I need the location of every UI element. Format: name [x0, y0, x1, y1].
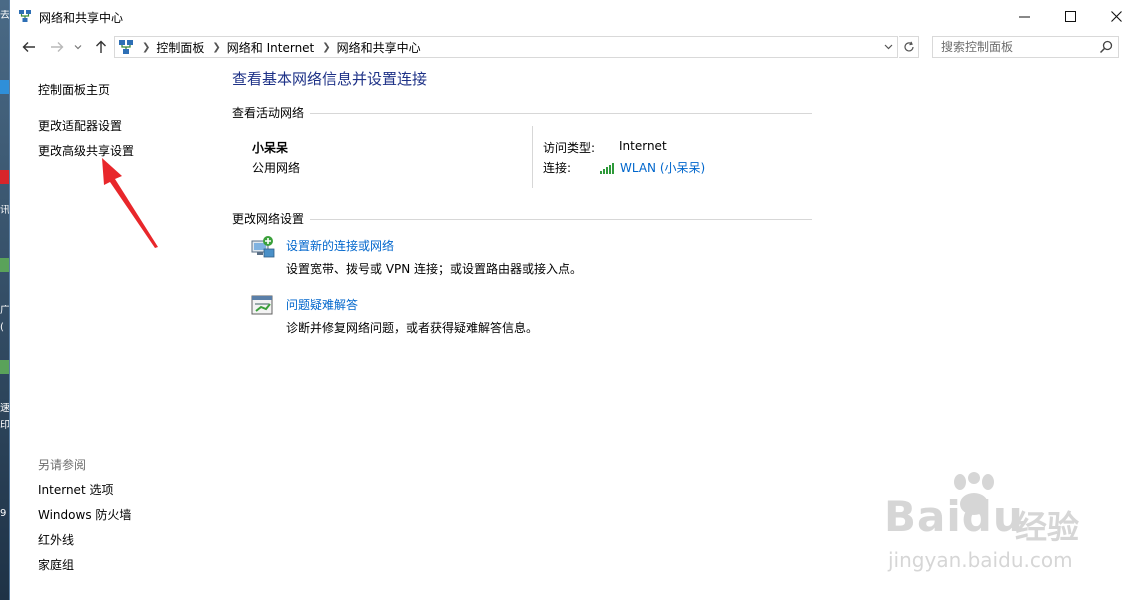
internet-options-link[interactable]: Internet 选项 [38, 481, 113, 498]
watermark-cn: 经验 [1015, 508, 1080, 546]
network-category-link[interactable]: 公用网络 [252, 159, 300, 176]
watermark-url: jingyan.baidu.com [888, 548, 1073, 572]
wifi-signal-icon [600, 162, 614, 174]
vertical-divider [532, 126, 533, 188]
arrow-up-icon [96, 40, 106, 53]
control-panel-icon [119, 40, 133, 54]
homegroup-link[interactable]: 家庭组 [38, 556, 74, 573]
address-bar[interactable]: ❯ 控制面板 ❯ 网络和 Internet ❯ 网络和共享中心 [114, 36, 898, 58]
desktop-app-icon [0, 258, 9, 272]
desktop-app-icon [0, 360, 9, 374]
page-title: 查看基本网络信息并设置连接 [232, 70, 428, 88]
left-task-pane: 控制面板主页 更改适配器设置 更改高级共享设置 另请参阅 Internet 选项… [10, 62, 210, 600]
breadcrumb-separator-icon: ❯ [212, 41, 221, 53]
recent-locations-button[interactable] [71, 37, 85, 57]
wlan-connection-label: WLAN (小呆呆) [620, 161, 706, 175]
control-panel-home-link[interactable]: 控制面板主页 [38, 81, 110, 98]
windows-firewall-link[interactable]: Windows 防火墙 [38, 506, 131, 523]
network-sharing-center-window: 网络和共享中心 ❯ 控制面板 ❯ 网络和 Internet ❯ 网络和共享中心 … [9, 0, 1139, 600]
search-input[interactable] [933, 37, 1093, 57]
arrow-right-icon [51, 42, 64, 52]
watermark-brand-bai: Bai [884, 492, 962, 541]
infrared-link[interactable]: 红外线 [38, 531, 74, 548]
wlan-connection-link[interactable]: WLAN (小呆呆) [600, 159, 705, 176]
window-title: 网络和共享中心 [39, 11, 124, 25]
section-divider [310, 219, 812, 220]
desktop-background: 去 讯 广 ( 速 印 9 [0, 0, 9, 600]
refresh-button[interactable] [899, 36, 919, 58]
desktop-fragment: 9 [0, 508, 7, 519]
network-name: 小呆呆 [252, 141, 289, 155]
troubleshoot-icon [251, 295, 273, 315]
title-bar[interactable]: 网络和共享中心 [10, 0, 1139, 32]
desktop-app-icon [0, 170, 9, 184]
setup-new-connection-link[interactable]: 设置新的连接或网络 [286, 237, 394, 254]
breadcrumb-separator-icon: ❯ [142, 41, 151, 53]
minimize-icon [1018, 16, 1030, 17]
refresh-icon [903, 41, 914, 52]
change-network-settings-header: 更改网络设置 [232, 212, 305, 226]
breadcrumb-control-panel[interactable]: 控制面板 [156, 39, 204, 56]
forward-button[interactable] [47, 37, 67, 57]
breadcrumb-network-internet[interactable]: 网络和 Internet [227, 39, 314, 56]
breadcrumb-network-sharing-center[interactable]: 网络和共享中心 [337, 39, 421, 56]
section-divider [310, 113, 812, 114]
close-button[interactable] [1093, 0, 1139, 32]
desktop-fragment: 广 [0, 305, 9, 316]
network-center-icon [19, 10, 31, 22]
close-icon [1110, 10, 1122, 22]
desktop-app-icon [0, 80, 9, 94]
troubleshoot-problems-link[interactable]: 问题疑难解答 [286, 296, 358, 313]
access-type-value: Internet [619, 139, 667, 153]
up-button[interactable] [91, 37, 111, 57]
desktop-fragment: 印 [0, 420, 9, 431]
connection-label: 连接: [543, 161, 572, 175]
maximize-icon [1064, 10, 1076, 22]
desktop-fragment: 速 [0, 403, 9, 414]
minimize-button[interactable] [1001, 0, 1047, 32]
desktop-fragment: 去 [0, 10, 9, 21]
troubleshoot-description: 诊断并修复网络问题，或者获得疑难解答信息。 [286, 321, 539, 335]
network-setup-icon [251, 236, 275, 258]
search-icon[interactable] [1099, 40, 1113, 54]
baidu-watermark: Baidu 经验 jingyan.baidu.com [870, 472, 1100, 582]
chevron-down-icon [74, 45, 82, 50]
desktop-fragment: ( [0, 322, 4, 333]
see-also-header: 另请参阅 [38, 458, 87, 472]
search-box[interactable] [932, 36, 1119, 58]
chevron-down-icon [884, 44, 892, 50]
breadcrumb-separator-icon: ❯ [322, 41, 331, 53]
active-networks-header: 查看活动网络 [232, 106, 305, 120]
address-dropdown-button[interactable] [879, 37, 897, 57]
change-adapter-settings-link[interactable]: 更改适配器设置 [38, 117, 122, 134]
navigation-bar: ❯ 控制面板 ❯ 网络和 Internet ❯ 网络和共享中心 [10, 32, 1139, 62]
desktop-fragment: 讯 [0, 205, 9, 216]
back-button[interactable] [19, 37, 39, 57]
arrow-left-icon [22, 42, 35, 52]
access-type-label: 访问类型: [543, 141, 596, 155]
watermark-brand: Baidu [884, 492, 1024, 541]
maximize-button[interactable] [1047, 0, 1093, 32]
annotation-arrow-icon [102, 158, 158, 248]
setup-new-connection-description: 设置宽带、拨号或 VPN 连接；或设置路由器或接入点。 [286, 262, 583, 276]
